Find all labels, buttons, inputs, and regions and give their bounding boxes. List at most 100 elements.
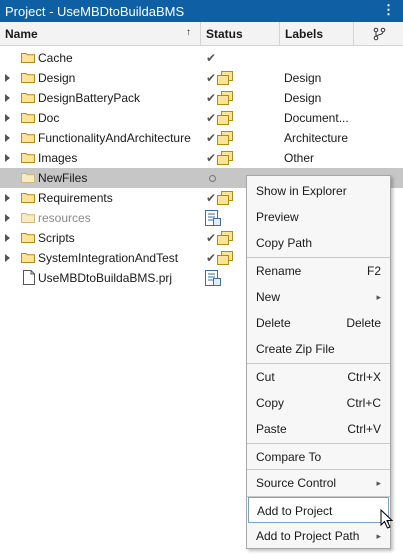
menu-shortcut: F2 <box>366 264 381 278</box>
column-header-branch[interactable] <box>354 22 403 45</box>
menu-item-compare-to[interactable]: Compare To <box>247 444 390 470</box>
tree-row[interactable]: DesignBatteryPack ✔ Design <box>0 88 403 108</box>
tree-row-label: Design <box>284 71 322 85</box>
tree-row[interactable]: Doc ✔ Document... <box>0 108 403 128</box>
project-badge-icon <box>217 251 233 265</box>
expand-arrow-icon[interactable] <box>5 154 10 162</box>
git-branch-icon[interactable] <box>372 27 386 41</box>
menu-label: Create Zip File <box>256 342 335 356</box>
tree-row[interactable]: FunctionalityAndArchitecture ✔ Architectur… <box>0 128 403 148</box>
menu-item-rename[interactable]: Rename F2 <box>247 258 390 284</box>
project-badge-icon <box>217 191 233 205</box>
tree-row-label: Architecture <box>284 131 349 145</box>
menu-shortcut: Ctrl+C <box>346 396 381 410</box>
checkmark-icon: ✔ <box>206 231 217 245</box>
expand-arrow-icon[interactable] <box>5 214 10 222</box>
tree-row-name: Cache <box>38 51 73 65</box>
file-icon <box>23 270 35 285</box>
column-header-status[interactable]: Status <box>201 22 280 45</box>
context-menu: Show in Explorer Preview Copy Path Renam… <box>246 175 391 549</box>
submenu-arrow-icon: ▸ <box>376 292 381 302</box>
tree-row[interactable]: Images ✔ Other <box>0 148 403 168</box>
expand-arrow-icon[interactable] <box>5 134 10 142</box>
checkmark-icon: ✔ <box>206 191 217 205</box>
menu-label: Compare To <box>256 450 322 464</box>
project-file-icon <box>205 210 221 226</box>
project-badge-icon <box>217 91 233 105</box>
menu-label: Rename <box>256 264 302 278</box>
tree-row-name: Images <box>38 151 78 165</box>
expand-arrow-icon[interactable] <box>5 254 10 262</box>
checkmark-icon: ✔ <box>206 131 217 145</box>
folder-icon <box>21 53 35 63</box>
menu-label: Add to Project <box>257 504 333 518</box>
menu-shortcut: Ctrl+V <box>347 422 381 436</box>
not-in-project-icon <box>209 175 216 182</box>
expand-arrow-icon[interactable] <box>5 74 10 82</box>
menu-item-add-to-project[interactable]: Add to Project <box>248 497 389 523</box>
column-header-name-label: Name <box>5 26 38 41</box>
checkmark-icon: ✔ <box>206 111 217 125</box>
folder-icon <box>21 133 35 143</box>
column-header-labels[interactable]: Labels <box>280 22 354 45</box>
folder-icon <box>21 173 35 183</box>
menu-label: Copy Path <box>256 236 313 250</box>
project-badge-icon <box>217 231 233 245</box>
tree-row-name: FunctionalityAndArchitecture <box>38 131 191 145</box>
submenu-arrow-icon: ▸ <box>376 478 381 488</box>
menu-item-copy[interactable]: Copy Ctrl+C <box>247 390 390 416</box>
menu-label: Paste <box>256 422 287 436</box>
menu-label: Source Control <box>256 476 337 490</box>
tree-row-label: Document... <box>284 111 349 125</box>
folder-icon <box>21 113 35 123</box>
folder-icon <box>21 73 35 83</box>
tree-row-name: NewFiles <box>38 171 88 185</box>
mouse-pointer-icon <box>380 509 394 529</box>
menu-item-copy-path[interactable]: Copy Path <box>247 230 390 256</box>
expand-arrow-icon[interactable] <box>5 234 10 242</box>
folder-icon <box>21 153 35 163</box>
expand-arrow-icon[interactable] <box>5 114 10 122</box>
checkmark-icon: ✔ <box>206 251 217 265</box>
menu-label: Cut <box>256 370 275 384</box>
checkmark-icon: ✔ <box>206 71 217 85</box>
menu-shortcut: Delete <box>346 316 381 330</box>
menu-item-show-in-explorer[interactable]: Show in Explorer <box>247 178 390 204</box>
tree-row-name: Scripts <box>38 231 75 245</box>
menu-label: Copy <box>256 396 285 410</box>
menu-label: Add to Project Path <box>256 529 360 543</box>
menu-label: Delete <box>256 316 291 330</box>
menu-item-preview[interactable]: Preview <box>247 204 390 230</box>
tree-row-name: DesignBatteryPack <box>38 91 141 105</box>
menu-item-paste[interactable]: Paste Ctrl+V <box>247 416 390 442</box>
tree-row[interactable]: Design ✔ Design <box>0 68 403 88</box>
project-badge-icon <box>217 131 233 145</box>
tree-row-name: Doc <box>38 111 60 125</box>
project-badge-icon <box>217 151 233 165</box>
menu-item-cut[interactable]: Cut Ctrl+X <box>247 364 390 390</box>
sort-ascending-icon[interactable]: ↑ <box>186 27 191 38</box>
menu-item-source-control[interactable]: Source Control ▸ <box>247 470 390 496</box>
folder-icon <box>21 233 35 243</box>
project-badge-icon <box>217 111 233 125</box>
tree-row-name: Requirements <box>38 191 113 205</box>
folder-icon <box>21 213 35 223</box>
menu-item-create-zip-file[interactable]: Create Zip File <box>247 336 390 362</box>
menu-item-new[interactable]: New ▸ <box>247 284 390 310</box>
panel-menu-button[interactable]: ⋮ <box>382 3 395 17</box>
folder-icon <box>21 253 35 263</box>
menu-item-add-to-project-path[interactable]: Add to Project Path ▸ <box>247 523 390 549</box>
expand-arrow-icon[interactable] <box>5 194 10 202</box>
tree-row[interactable]: Cache ✔ <box>0 48 403 68</box>
tree-row-name: UseMBDtoBuildaBMS.prj <box>38 271 173 285</box>
expand-arrow-icon[interactable] <box>5 94 10 102</box>
project-file-icon <box>205 270 221 286</box>
project-badge-icon <box>217 71 233 85</box>
column-header-status-label: Status <box>206 26 243 41</box>
column-header-name[interactable]: Name ↑ <box>0 22 201 45</box>
column-headers: Name ↑ Status Labels <box>0 22 403 46</box>
menu-label: Preview <box>256 210 299 224</box>
tree-row-name: SystemIntegrationAndTest <box>38 251 179 265</box>
window-title: Project - UseMBDtoBuildaBMS <box>5 3 185 19</box>
menu-item-delete[interactable]: Delete Delete <box>247 310 390 336</box>
